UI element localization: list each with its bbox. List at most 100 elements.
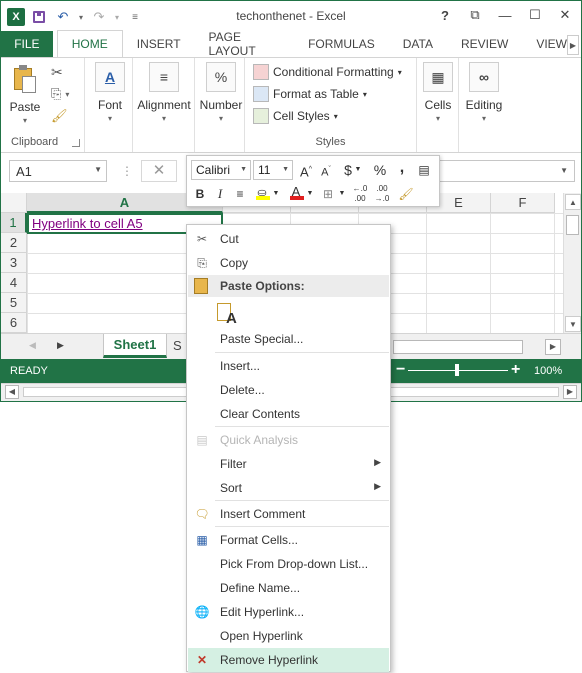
font-size-dropdown-icon[interactable]: ▼ — [282, 166, 289, 173]
tab-page-layout[interactable]: PAGE LAYOUT — [195, 30, 295, 58]
format-table-icon[interactable]: ▤ — [415, 160, 433, 180]
borders-dropdown-icon[interactable]: ▼ — [337, 184, 347, 204]
paste-dropdown-icon[interactable]: ▾ — [7, 116, 43, 125]
percent-style-button[interactable]: % — [371, 160, 389, 180]
number-group[interactable]: % Number ▾ — [195, 58, 245, 152]
alignment-group[interactable]: ≡ Alignment ▾ — [133, 58, 195, 152]
scroll-up-icon[interactable]: ▲ — [565, 194, 581, 210]
menu-item-remove-hyperlink[interactable]: ✕ Remove Hyperlink — [188, 648, 389, 672]
sheet-tab-next[interactable]: S — [173, 338, 182, 353]
menu-item-sort[interactable]: Sort ▶ — [188, 476, 389, 500]
paste-button[interactable]: Paste ▾ — [7, 62, 43, 125]
bottom-scroll-left-icon[interactable]: ◀ — [5, 385, 19, 399]
sheet-scroll-right-icon[interactable]: ▶ — [57, 340, 64, 351]
copy-button[interactable]: ⎘ ▾ — [51, 84, 69, 104]
sheet-tab-sheet1[interactable]: Sheet1 — [103, 334, 167, 358]
zoom-out-icon[interactable]: − — [396, 361, 405, 379]
format-painter-button[interactable]: 🖌 — [51, 106, 68, 126]
horizontal-scroll-track[interactable] — [393, 340, 523, 354]
menu-item-delete[interactable]: Delete... — [188, 378, 389, 402]
ribbon-tab-scroll-right-icon[interactable]: ▶ — [567, 35, 579, 55]
font-color-button[interactable]: A — [287, 182, 305, 202]
grow-font-button[interactable]: A^ — [297, 160, 315, 180]
mini-toolbar: Calibri ▼ 11 ▼ A^ Aˇ $ ▼ % , ▤ B I ≡ ⛀ ▼ A… — [186, 155, 440, 207]
clipboard-icon — [194, 278, 208, 294]
tab-review[interactable]: REVIEW — [447, 31, 522, 57]
fill-color-dropdown-icon[interactable]: ▼ — [271, 184, 281, 204]
help-button[interactable]: ? — [437, 6, 453, 24]
font-name-dropdown-icon[interactable]: ▼ — [240, 166, 247, 173]
menu-item-edit-hyperlink[interactable]: 🌐 Edit Hyperlink... — [188, 600, 389, 624]
zoom-in-icon[interactable]: + — [511, 361, 520, 379]
tab-data[interactable]: DATA — [389, 31, 447, 57]
menu-item-format-cells[interactable]: ▦ Format Cells... — [188, 528, 389, 552]
cancel-entry-icon[interactable]: ✕ — [141, 160, 177, 182]
row-header-2[interactable]: 2 — [1, 233, 27, 253]
ribbon-display-options-button[interactable]: ⧉ — [467, 6, 483, 24]
decrease-decimal-icon[interactable]: .00 →.0 — [373, 184, 391, 204]
cell-styles-button[interactable]: Cell Styles ▾ — [253, 106, 338, 126]
font-size-combo[interactable]: 11 ▼ — [253, 160, 293, 180]
sheet-scroll-left-icon[interactable]: ◀ — [29, 340, 36, 351]
menu-item-insert-comment[interactable]: 🗨 Insert Comment — [188, 502, 389, 526]
expand-formula-bar-icon[interactable]: ▼ — [560, 166, 568, 175]
italic-button[interactable]: I — [211, 184, 229, 204]
font-icon: A — [95, 62, 125, 92]
font-group[interactable]: A Font ▾ — [87, 58, 133, 152]
center-align-icon[interactable]: ≡ — [231, 184, 249, 204]
menu-item-pick-from-list[interactable]: Pick From Drop-down List... — [188, 552, 389, 576]
comma-style-button[interactable]: , — [393, 158, 411, 178]
font-name-combo[interactable]: Calibri ▼ — [191, 160, 251, 180]
row-header-3[interactable]: 3 — [1, 253, 27, 273]
vertical-scrollbar[interactable]: ▲ ▼ — [563, 193, 581, 333]
menu-item-cut[interactable]: ✂ Cut — [188, 227, 389, 251]
number-format-icon: % — [206, 62, 236, 92]
name-box[interactable]: A1 ▼ — [9, 160, 107, 182]
accounting-format-dropdown-icon[interactable]: ▼ — [353, 160, 363, 180]
menu-item-open-hyperlink[interactable]: Open Hyperlink — [188, 624, 389, 648]
column-header-f[interactable]: F — [491, 193, 555, 213]
clipboard-dialog-launcher-icon[interactable] — [72, 139, 80, 147]
row-header-4[interactable]: 4 — [1, 273, 27, 293]
fill-color-button[interactable]: ⛀ — [253, 182, 271, 202]
close-button[interactable]: ✕ — [557, 6, 573, 24]
menu-item-clear-contents[interactable]: Clear Contents — [188, 402, 389, 426]
zoom-slider-thumb[interactable] — [455, 364, 459, 376]
paste-keep-text-only-button[interactable]: A — [217, 303, 239, 327]
menu-item-copy[interactable]: ⎘ Copy — [188, 251, 389, 275]
cells-group[interactable]: ▦ Cells ▾ — [417, 58, 459, 152]
bottom-scroll-right-icon[interactable]: ▶ — [563, 385, 577, 399]
cut-button[interactable]: ✂ — [51, 62, 63, 82]
menu-item-insert[interactable]: Insert... — [188, 354, 389, 378]
increase-decimal-icon[interactable]: ←.0.00 — [351, 184, 369, 204]
tab-insert[interactable]: INSERT — [123, 31, 195, 57]
row-header-1[interactable]: 1 — [1, 213, 27, 233]
editing-label: Editing — [465, 98, 503, 112]
select-all-corner[interactable] — [1, 193, 27, 213]
menu-item-define-name[interactable]: Define Name... — [188, 576, 389, 600]
menu-item-filter[interactable]: Filter ▶ — [188, 452, 389, 476]
menu-item-paste-special[interactable]: Paste Special... — [188, 327, 389, 351]
row-header-6[interactable]: 6 — [1, 313, 27, 333]
horizontal-scroll-right-icon[interactable]: ▶ — [545, 339, 561, 355]
scissors-icon: ✂ — [51, 63, 63, 80]
format-as-table-button[interactable]: Format as Table ▾ — [253, 84, 367, 104]
bold-button[interactable]: B — [191, 184, 209, 204]
tab-formulas[interactable]: FORMULAS — [294, 31, 389, 57]
format-painter-icon[interactable]: 🖌 — [397, 184, 415, 204]
shrink-font-button[interactable]: Aˇ — [317, 160, 335, 180]
scroll-down-icon[interactable]: ▼ — [565, 316, 581, 332]
borders-icon[interactable]: ⊞ — [319, 184, 337, 204]
conditional-formatting-button[interactable]: Conditional Formatting ▾ — [253, 62, 402, 82]
maximize-button[interactable]: ☐ — [527, 6, 543, 24]
name-box-dropdown-icon[interactable]: ▼ — [94, 165, 102, 174]
tab-file[interactable]: FILE — [1, 31, 53, 57]
ribbon-home: Paste ▾ ✂ ⎘ ▾ 🖌 Clipboard A Font ▾ ≡ Alig… — [1, 57, 581, 153]
zoom-level[interactable]: 100% — [534, 365, 562, 377]
editing-group[interactable]: ∞ Editing ▾ — [459, 58, 507, 152]
font-color-dropdown-icon[interactable]: ▼ — [305, 184, 315, 204]
row-header-5[interactable]: 5 — [1, 293, 27, 313]
vertical-scroll-thumb[interactable] — [566, 215, 579, 235]
minimize-button[interactable]: — — [497, 6, 513, 24]
tab-home[interactable]: HOME — [56, 30, 123, 57]
